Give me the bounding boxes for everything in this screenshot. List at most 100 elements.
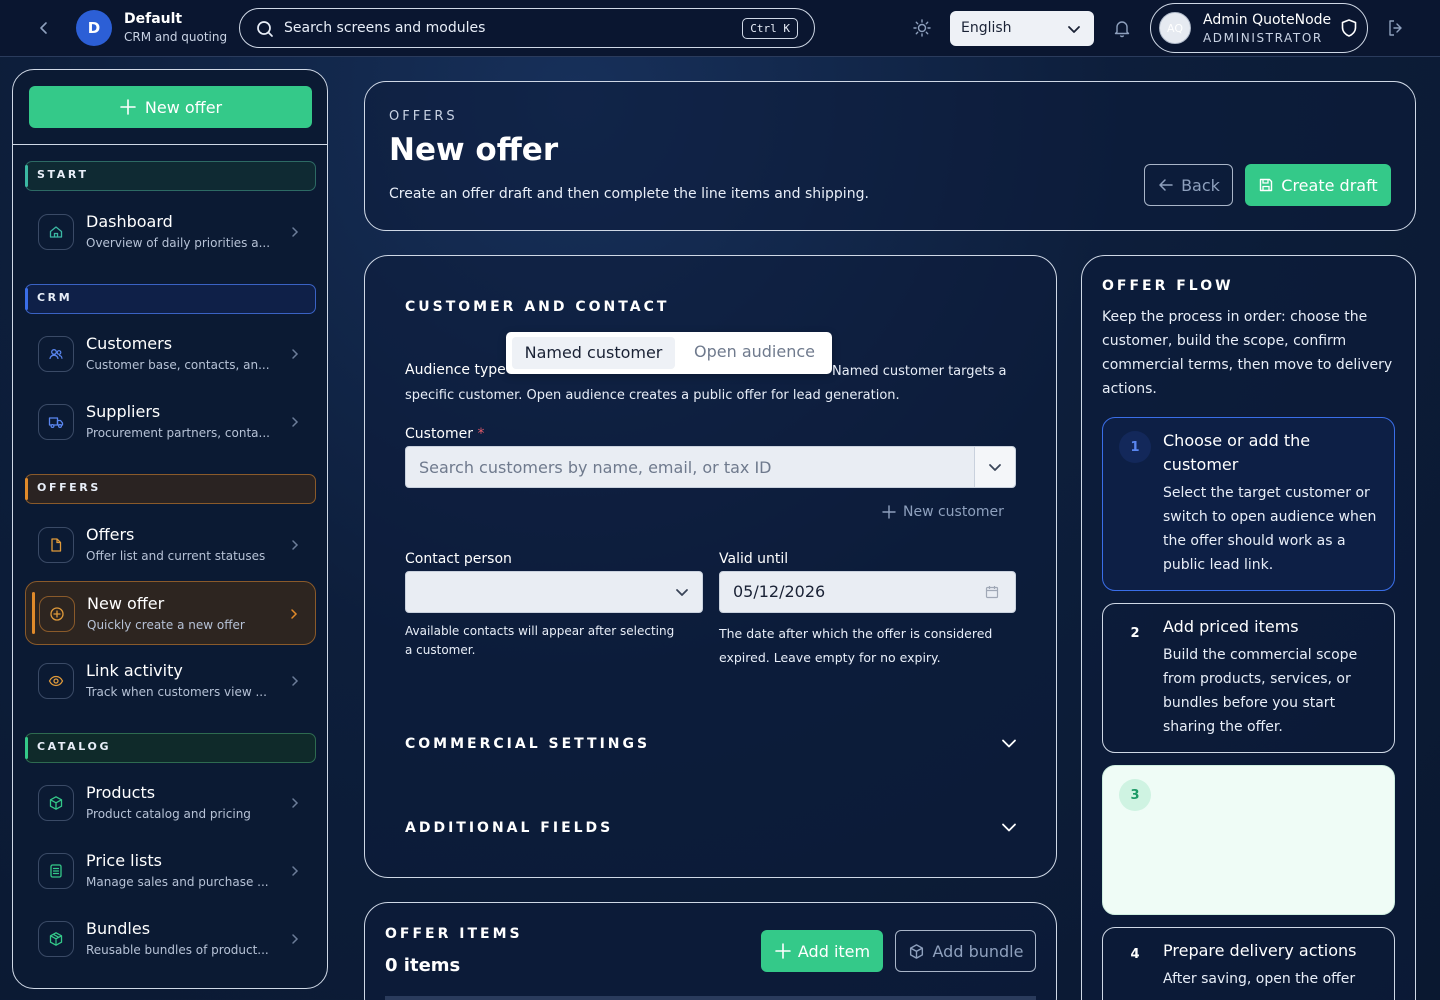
section-title-customer: CUSTOMER AND CONTACT	[405, 299, 670, 315]
valid-until-input[interactable]: 05/12/2026	[719, 571, 1016, 613]
offer-items-title: OFFER ITEMS	[385, 926, 523, 942]
add-bundle-button[interactable]: Add bundle	[895, 930, 1036, 972]
calendar-icon[interactable]	[985, 585, 999, 599]
sidebar-item-new-offer[interactable]: New offer Quickly create a new offer	[25, 581, 316, 645]
arrow-left-icon	[1159, 179, 1173, 191]
search-icon	[255, 19, 275, 39]
chevron-right-icon	[288, 415, 302, 429]
add-item-label: Add item	[797, 941, 871, 961]
valid-until-label: Valid until	[719, 551, 789, 567]
chevron-right-icon	[288, 864, 302, 878]
sidebar-item-suppliers[interactable]: Suppliers Procurement partners, conta...	[25, 390, 316, 454]
sidebar-item-desc: Track when customers view ...	[86, 685, 267, 699]
contact-help-text: a customer.	[405, 643, 476, 657]
sidebar-item-title: Suppliers	[86, 402, 161, 421]
chevron-right-icon	[288, 225, 302, 239]
search-placeholder: Search screens and modules	[284, 20, 486, 36]
sidebar-item-dashboard[interactable]: Dashboard Overview of daily priorities a…	[25, 200, 316, 264]
page-description: Create an offer draft and then complete …	[389, 186, 869, 202]
sidebar-item-desc: Product catalog and pricing	[86, 807, 251, 821]
breadcrumb: OFFERS	[389, 109, 458, 124]
page-title: New offer	[389, 132, 559, 168]
new-offer-button[interactable]: New offer	[29, 86, 312, 128]
chevron-down-icon[interactable]	[1000, 734, 1018, 752]
language-select[interactable]: English	[950, 11, 1094, 46]
sidebar-item-desc: Quickly create a new offer	[87, 618, 245, 632]
list-icon	[38, 853, 74, 889]
new-offer-button-label: New offer	[144, 97, 223, 117]
sidebar-item-title: Customers	[86, 334, 173, 353]
sidebar-item-title: Bundles	[86, 919, 151, 938]
user-menu[interactable]: AQ Admin QuoteNode ADMINISTRATOR	[1150, 3, 1368, 53]
logout-icon[interactable]	[1386, 18, 1406, 38]
add-bundle-label: Add bundle	[932, 941, 1024, 961]
chevron-left-icon[interactable]	[34, 18, 54, 38]
plus-icon	[120, 99, 136, 115]
plus-icon	[882, 505, 896, 519]
sidebar-item-offers[interactable]: Offers Offer list and current statuses	[25, 513, 316, 577]
sidebar-item-link-activity[interactable]: Link activity Track when customers view …	[25, 649, 316, 713]
sidebar-item-customers[interactable]: Customers Customer base, contacts, an...	[25, 322, 316, 386]
customer-dropdown-toggle[interactable]	[974, 447, 1015, 487]
audience-option-named[interactable]: Named customer	[512, 337, 675, 369]
bell-icon[interactable]	[1112, 18, 1132, 38]
avatar: AQ	[1159, 12, 1191, 44]
search-shortcut-badge: Ctrl K	[742, 18, 798, 39]
sun-icon[interactable]	[912, 18, 932, 38]
step-number: 3	[1119, 779, 1151, 811]
step-title: Add priced items	[1163, 617, 1299, 636]
flow-step-1[interactable]: 1 Choose or add the customer Select the …	[1102, 417, 1395, 591]
valid-until-help-text: The date after which the offer is consid…	[719, 626, 993, 641]
workspace-avatar[interactable]: D	[76, 10, 112, 46]
back-button[interactable]: Back	[1144, 164, 1233, 206]
save-icon	[1260, 178, 1273, 192]
chevron-right-icon	[288, 796, 302, 810]
sidebar-item-price-lists[interactable]: Price lists Manage sales and purchase ..…	[25, 839, 316, 903]
top-bar: D Default CRM and quoting Search screens…	[0, 0, 1440, 57]
customer-label: Customer *	[405, 426, 484, 442]
user-name: Admin QuoteNode	[1203, 12, 1332, 28]
new-customer-button[interactable]: New customer	[881, 504, 1004, 520]
audience-option-open[interactable]: Open audience	[694, 342, 815, 361]
step-number: 4	[1130, 946, 1140, 962]
package-icon	[909, 943, 923, 959]
sidebar-item-desc: Procurement partners, conta...	[86, 426, 270, 440]
items-table-header	[385, 996, 1036, 1000]
sidebar-item-products[interactable]: Products Product catalog and pricing	[25, 771, 316, 835]
required-mark: *	[477, 426, 485, 442]
eye-icon	[38, 663, 74, 699]
sidebar-item-bundles[interactable]: Bundles Reusable bundles of product...	[25, 907, 316, 971]
sidebar-item-title: Offers	[86, 525, 135, 544]
search-input[interactable]: Search screens and modules Ctrl K	[239, 8, 815, 48]
chevron-down-icon[interactable]	[1000, 818, 1018, 836]
section-title-additional[interactable]: ADDITIONAL FIELDS	[405, 820, 613, 836]
contact-person-select[interactable]	[405, 571, 703, 613]
chevron-right-icon	[288, 674, 302, 688]
offer-flow-card: OFFER FLOW Keep the process in order: ch…	[1081, 255, 1416, 1000]
sidebar-divider	[13, 144, 327, 145]
chevron-right-icon	[288, 538, 302, 552]
section-title-commercial[interactable]: COMMERCIAL SETTINGS	[405, 736, 650, 752]
step-description: Build the commercial scope from products…	[1163, 647, 1358, 735]
valid-until-help-text: expired. Leave empty for no expiry.	[719, 650, 941, 665]
workspace-subtitle: CRM and quoting	[124, 30, 228, 44]
offer-items-card: OFFER ITEMS 0 items Add item Add bundle	[364, 902, 1057, 1000]
flow-step-3[interactable]: 3	[1102, 765, 1395, 915]
sidebar-item-desc: Overview of daily priorities a...	[86, 236, 271, 250]
step-title: Prepare delivery actions	[1163, 941, 1357, 960]
chevron-right-icon	[287, 607, 301, 621]
add-item-button[interactable]: Add item	[761, 930, 883, 972]
language-value: English	[961, 20, 1012, 36]
sidebar-item-title: Link activity	[86, 661, 183, 680]
sidebar-item-desc: Manage sales and purchase ...	[86, 875, 269, 889]
audience-help-text: Named customer targets a	[832, 364, 1007, 379]
chevron-down-icon	[676, 589, 688, 596]
flow-step-2[interactable]: 2 Add priced items Build the commercial …	[1102, 603, 1395, 753]
plus-icon	[775, 943, 791, 959]
sidebar-item-desc: Offer list and current statuses	[86, 549, 266, 563]
customer-search-input[interactable]: Search customers by name, email, or tax …	[405, 446, 1016, 488]
package-icon	[38, 921, 74, 957]
plus-circle-icon	[39, 596, 75, 632]
create-draft-button[interactable]: Create draft	[1245, 164, 1391, 206]
flow-step-4[interactable]: 4 Prepare delivery actions After saving,…	[1102, 927, 1395, 1000]
